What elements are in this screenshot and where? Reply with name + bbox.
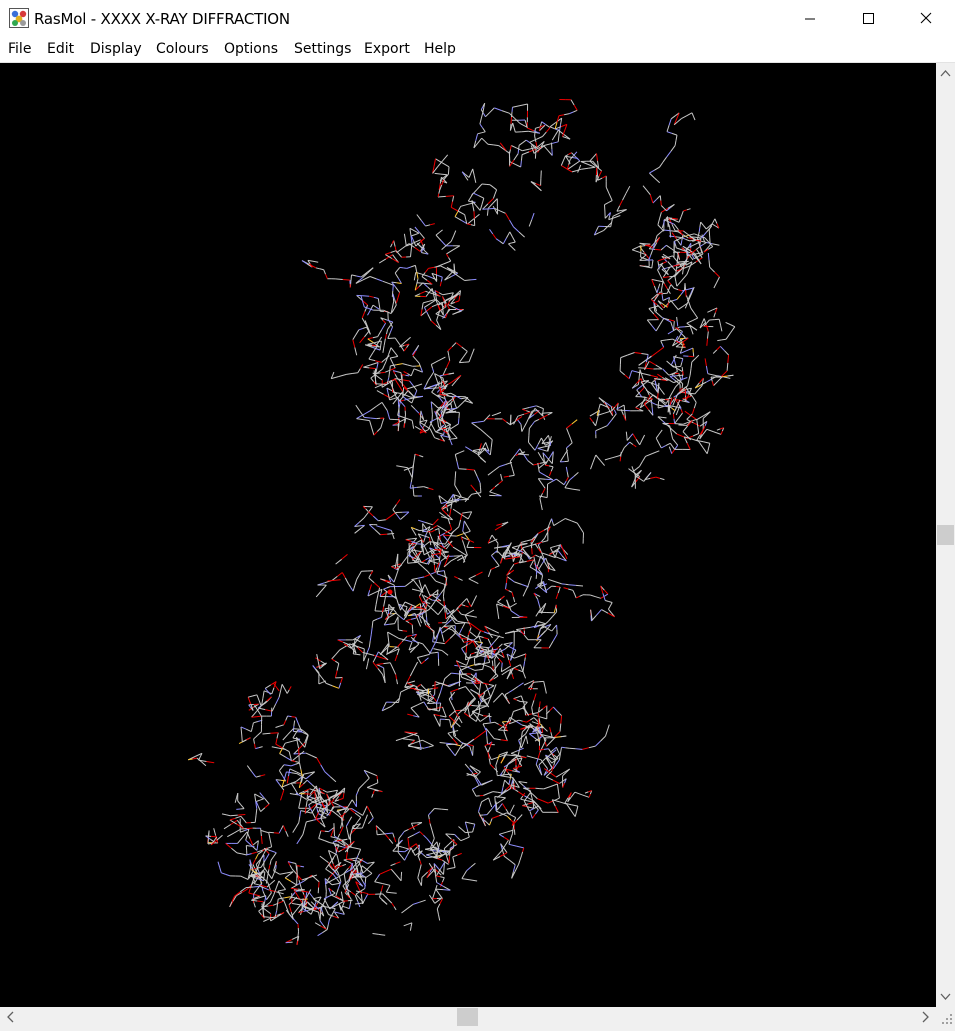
menu-options[interactable]: Options (224, 41, 278, 57)
minimize-icon (800, 9, 820, 29)
isolated-oxygen-atom (388, 590, 393, 595)
resize-grip-icon[interactable] (936, 1007, 955, 1027)
minimize-button[interactable] (781, 0, 839, 38)
close-button[interactable] (897, 0, 955, 38)
scroll-up-arrow-icon[interactable] (936, 65, 955, 82)
menu-export[interactable]: Export (364, 41, 410, 57)
menu-display[interactable]: Display (90, 41, 142, 57)
scroll-down-arrow-icon[interactable] (936, 988, 955, 1005)
title-bar[interactable]: RasMol - XXXX X-RAY DIFFRACTION (0, 0, 955, 38)
menu-settings[interactable]: Settings (294, 41, 351, 57)
vertical-scroll-thumb[interactable] (937, 525, 954, 545)
molecule-viewport[interactable] (0, 63, 936, 1007)
window-title: RasMol - XXXX X-RAY DIFFRACTION (34, 10, 290, 28)
protein-wireframe-render[interactable] (0, 63, 936, 1007)
scroll-right-arrow-icon[interactable] (917, 1007, 934, 1027)
rasmol-app-icon (9, 8, 29, 28)
menu-edit[interactable]: Edit (47, 41, 74, 57)
scroll-left-arrow-icon[interactable] (2, 1007, 19, 1027)
horizontal-scroll-thumb[interactable] (457, 1008, 478, 1026)
close-icon (916, 9, 936, 29)
vertical-scrollbar[interactable] (936, 63, 955, 1007)
menu-colours[interactable]: Colours (156, 41, 209, 57)
menu-file[interactable]: File (8, 41, 31, 57)
menu-bar: File Edit Display Colours Options Settin… (0, 38, 955, 63)
horizontal-scrollbar[interactable] (0, 1007, 936, 1027)
menu-help[interactable]: Help (424, 41, 456, 57)
maximize-icon (858, 9, 878, 29)
maximize-button[interactable] (839, 0, 897, 38)
